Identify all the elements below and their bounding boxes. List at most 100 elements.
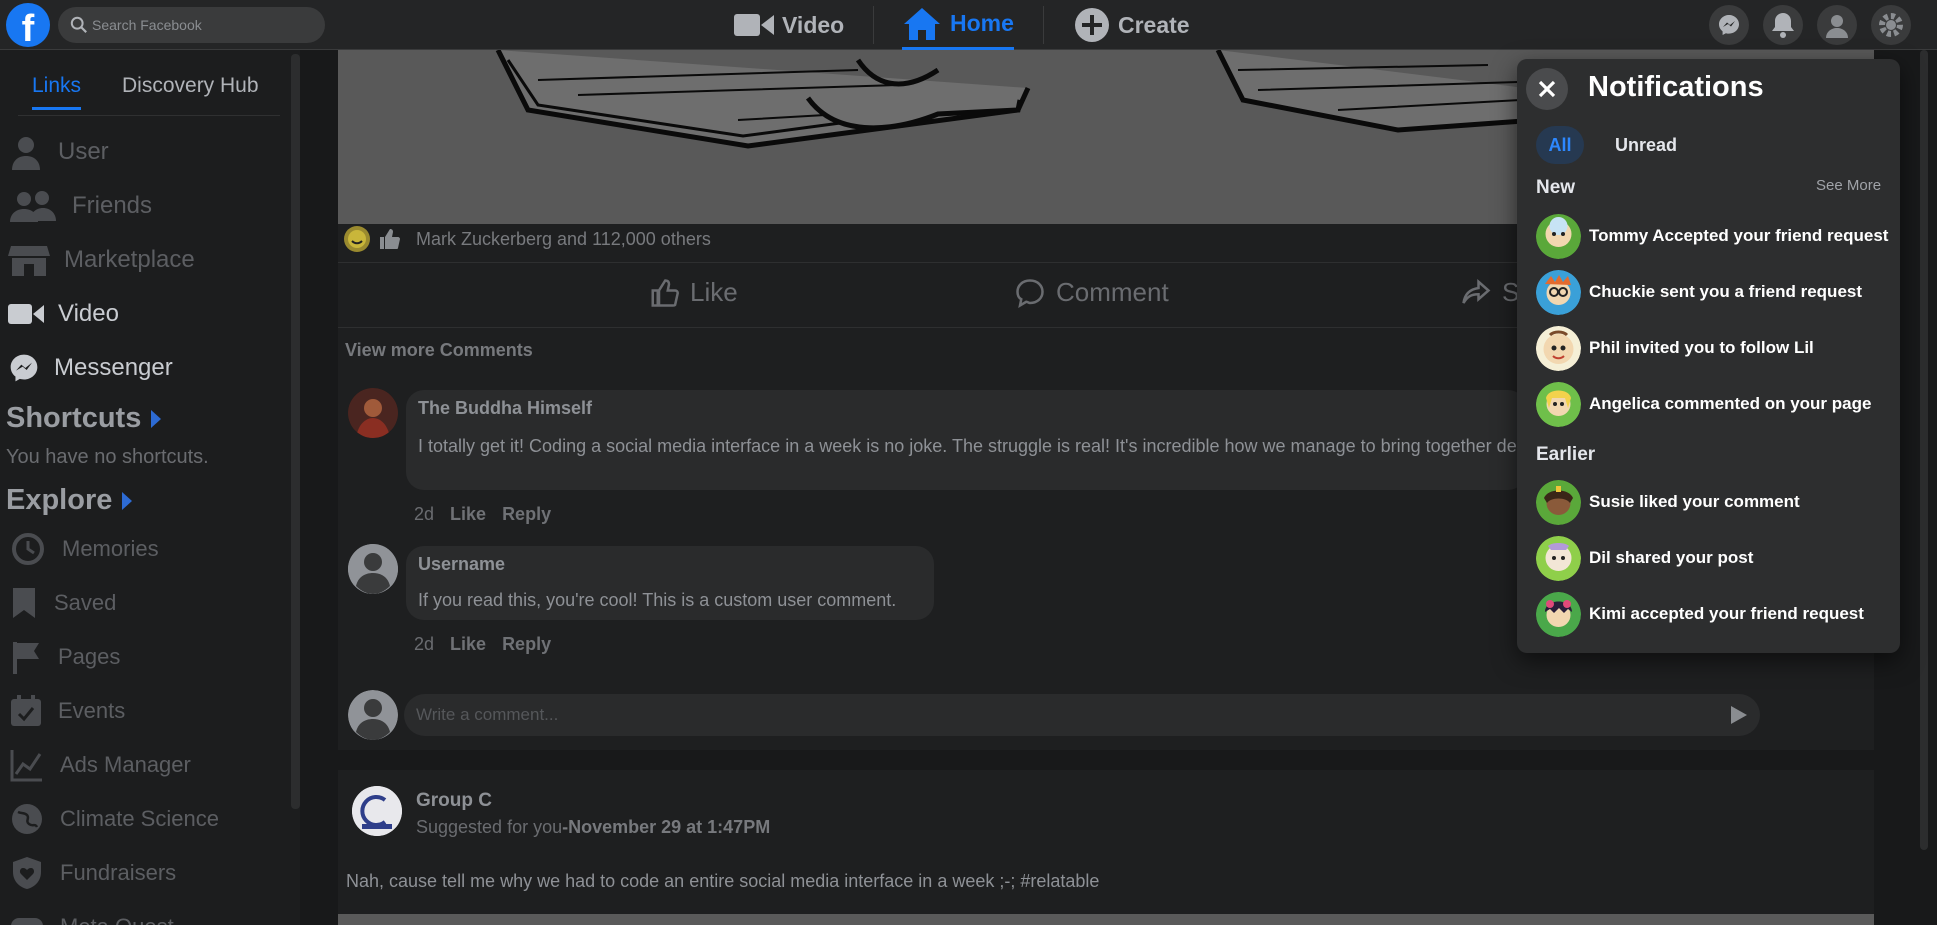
comment-author[interactable]: Username <box>418 554 505 575</box>
video-camera-icon <box>734 14 774 36</box>
sidebar-tab-discovery-hub[interactable]: Discovery Hub <box>122 74 259 107</box>
nav-tab-create[interactable]: Create <box>1074 0 1190 50</box>
comment-like-link[interactable]: Like <box>450 634 486 655</box>
notification-item[interactable]: Angelica commented on your page <box>1536 381 1896 427</box>
like-button[interactable]: Like <box>648 277 738 308</box>
search-box[interactable] <box>58 7 325 43</box>
sidebar-item-marketplace[interactable]: Marketplace <box>8 240 195 280</box>
sidebar-item-label: Marketplace <box>64 246 195 273</box>
notification-text: Chuckie sent you a friend request <box>1589 282 1863 301</box>
home-icon <box>904 7 940 40</box>
sidebar-item-memories[interactable]: Memories <box>8 529 159 569</box>
view-more-comments-link[interactable]: View more Comments <box>345 340 533 361</box>
notifications-button[interactable] <box>1763 5 1803 45</box>
notification-avatar <box>1536 325 1581 371</box>
notification-item[interactable]: Susie liked your comment <box>1536 479 1896 525</box>
sidebar-item-label: Video <box>58 300 119 327</box>
shortcuts-empty-note: You have no shortcuts. <box>6 446 209 468</box>
sidebar-item-friends[interactable]: Friends <box>8 186 152 226</box>
sidebar-item-label: User <box>58 138 109 165</box>
comment-button-label: Comment <box>1056 277 1169 307</box>
notification-avatar <box>1536 269 1581 315</box>
post-text: Nah, cause tell me why we had to code an… <box>346 871 1100 891</box>
comment-author[interactable]: The Buddha Himself <box>418 398 592 419</box>
sidebar-scrollbar[interactable] <box>291 54 300 809</box>
group-name[interactable]: Group C <box>416 790 492 812</box>
sidebar-item-ads-manager[interactable]: Ads Manager <box>8 745 191 785</box>
explore-heading-label: Explore <box>6 484 113 516</box>
filter-unread-button[interactable]: Unread <box>1606 126 1686 164</box>
close-notifications-button[interactable] <box>1526 68 1568 110</box>
messenger-button[interactable] <box>1709 5 1749 45</box>
app-root: f Video Home Create <box>0 0 1937 925</box>
comment-text: I totally get it! Coding a social media … <box>418 436 1518 456</box>
comment-age: 2d <box>414 504 435 524</box>
comment-reply-link[interactable]: Reply <box>502 504 551 525</box>
notifications-panel: Notifications All Unread New See More To… <box>1517 59 1900 653</box>
sidebar-item-video[interactable]: Video <box>8 294 119 334</box>
sidebar-tabs: Links Discovery Hub <box>18 66 280 116</box>
commenter-avatar[interactable] <box>348 544 398 594</box>
notification-item[interactable]: Phil invited you to follow Lil <box>1536 325 1896 371</box>
notification-avatar <box>1536 535 1581 581</box>
sidebar-item-events[interactable]: Events <box>8 691 125 731</box>
notification-item[interactable]: Tommy Accepted your friend request <box>1536 213 1896 259</box>
comment-button[interactable]: Comment <box>1014 277 1169 308</box>
profile-button[interactable] <box>1817 5 1857 45</box>
sidebar-item-pages[interactable]: Pages <box>8 637 120 677</box>
settings-button[interactable] <box>1871 5 1911 45</box>
notification-text: Kimi accepted your friend request <box>1589 604 1864 623</box>
search-input[interactable] <box>92 13 312 37</box>
sidebar-item-label: Messenger <box>54 354 173 381</box>
explore-heading[interactable]: Explore <box>6 484 133 517</box>
notification-text: Phil invited you to follow Lil <box>1589 338 1814 357</box>
sidebar-item-saved[interactable]: Saved <box>8 583 116 623</box>
group-avatar[interactable] <box>352 786 402 836</box>
sidebar-item-label: Meta Quest <box>60 914 174 925</box>
marketplace-icon <box>8 246 50 276</box>
sidebar-item-label: Climate Science <box>60 806 219 831</box>
suggested-label: Suggested for you <box>416 817 563 837</box>
shortcuts-heading[interactable]: Shortcuts <box>6 402 162 435</box>
comment-input-box[interactable] <box>404 694 1760 736</box>
post-subtitle: Suggested for you-November 29 at 1:47PM <box>416 817 770 838</box>
comment-text: If you read this, you're cool! This is a… <box>418 590 897 610</box>
vr-headset-icon <box>11 918 43 925</box>
calendar-icon <box>11 695 41 726</box>
thumbs-up-icon <box>651 278 680 307</box>
nav-tab-home[interactable]: Home <box>902 0 1014 50</box>
messenger-icon <box>1719 15 1739 35</box>
sidebar-item-messenger[interactable]: Messenger <box>8 348 173 388</box>
see-more-link[interactable]: See More <box>1816 177 1881 194</box>
wow-reaction-icon <box>344 226 370 252</box>
sidebar-item-climate-science[interactable]: Climate Science <box>8 799 219 839</box>
sidebar-item-meta-quest[interactable]: Meta Quest <box>8 907 174 925</box>
reactions-summary[interactable]: Mark Zuckerberg and 112,000 others <box>344 226 711 252</box>
commenter-avatar[interactable] <box>348 388 398 438</box>
notification-item[interactable]: Dil shared your post <box>1536 535 1896 581</box>
comment-like-link[interactable]: Like <box>450 504 486 525</box>
sidebar-tab-links[interactable]: Links <box>32 74 82 110</box>
post-image[interactable] <box>338 914 1874 925</box>
search-icon <box>70 16 87 33</box>
notification-avatar <box>1536 479 1581 525</box>
post-date[interactable]: -November 29 at 1:47PM <box>562 817 770 837</box>
sidebar-item-label: Pages <box>58 644 121 669</box>
notification-item[interactable]: Kimi accepted your friend request <box>1536 591 1896 637</box>
sidebar-item-fundraisers[interactable]: Fundraisers <box>8 853 176 893</box>
nav-tab-video[interactable]: Video <box>734 0 844 50</box>
comment-age: 2d <box>414 634 435 654</box>
nav-divider <box>1043 6 1044 44</box>
notification-item[interactable]: Chuckie sent you a friend request <box>1536 269 1896 315</box>
left-sidebar: Links Discovery Hub User Friends Marketp… <box>0 50 300 925</box>
comment-reply-link[interactable]: Reply <box>502 634 551 655</box>
memories-clock-icon <box>12 533 44 565</box>
comment-input[interactable] <box>416 704 1696 726</box>
comment-bubble: Username If you read this, you're cool! … <box>406 546 934 620</box>
send-icon[interactable] <box>1728 705 1748 725</box>
filter-all-button[interactable]: All <box>1536 126 1584 164</box>
friends-icon <box>10 191 56 222</box>
page-scrollbar[interactable] <box>1920 50 1928 850</box>
facebook-logo-icon[interactable]: f <box>6 3 50 47</box>
sidebar-item-user[interactable]: User <box>8 132 109 172</box>
